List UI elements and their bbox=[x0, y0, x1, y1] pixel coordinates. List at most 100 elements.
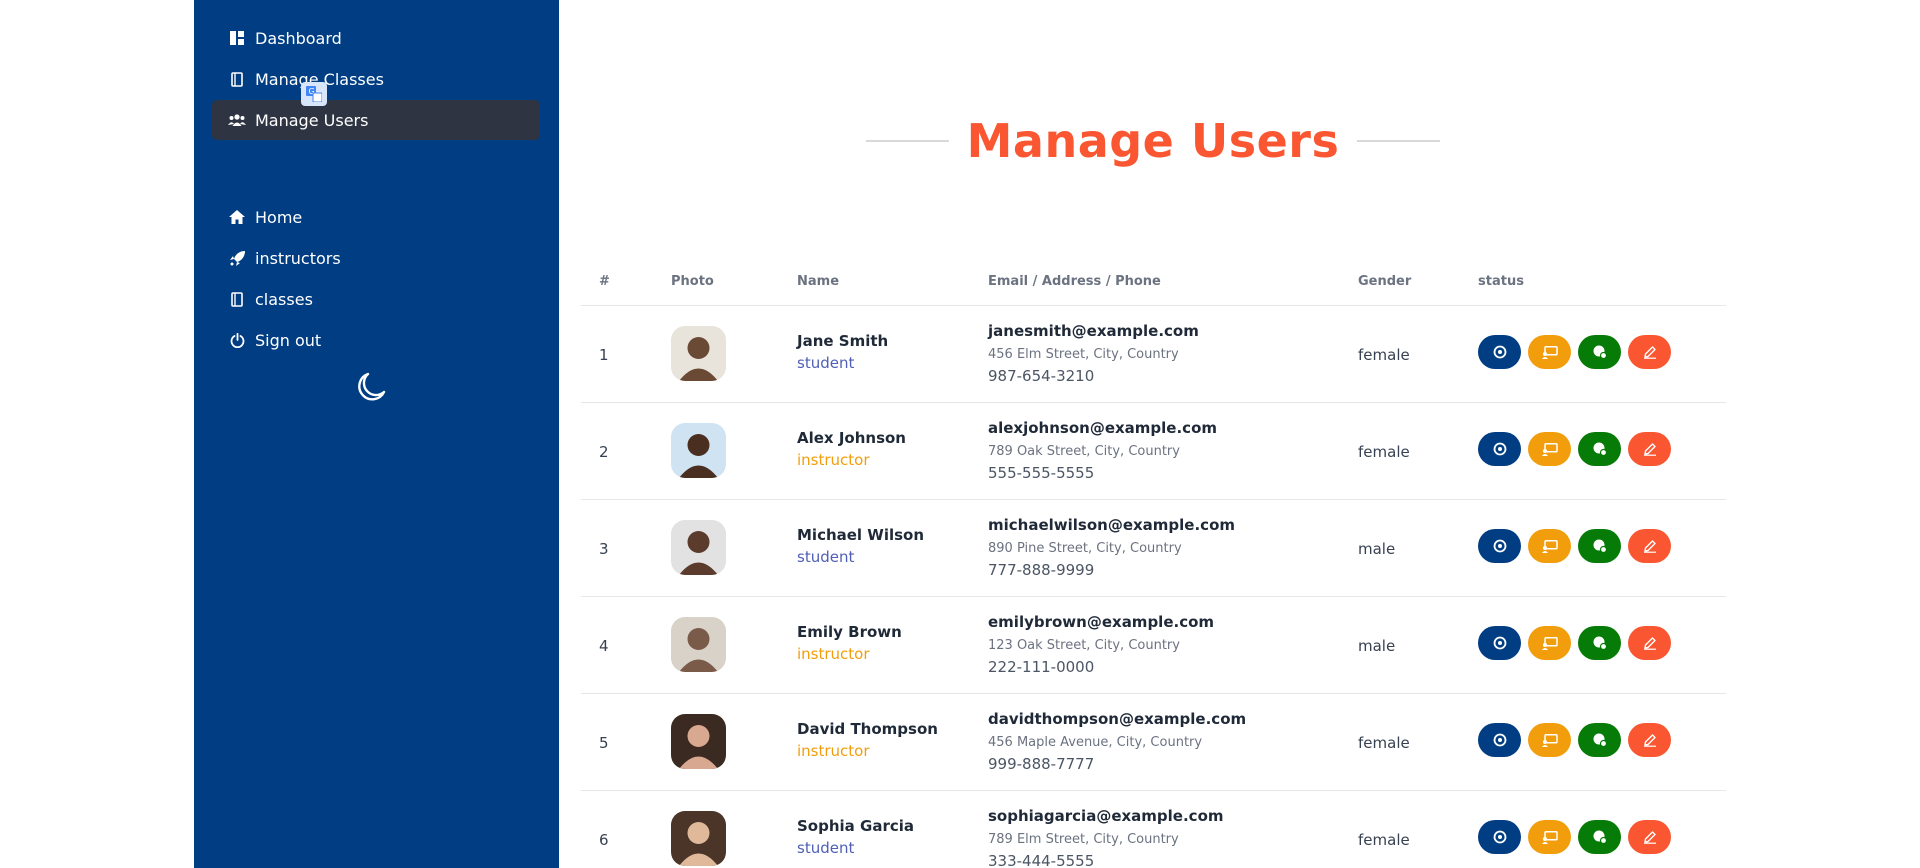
edit-icon bbox=[1643, 830, 1657, 844]
user-role: instructor bbox=[797, 451, 870, 469]
user-phone: 333-444-5555 bbox=[988, 852, 1095, 868]
home-icon bbox=[227, 210, 247, 224]
user-address: 890 Pine Street, City, Country bbox=[988, 541, 1182, 556]
make-admin-button[interactable] bbox=[1478, 820, 1521, 854]
make-student-button[interactable] bbox=[1578, 723, 1621, 757]
instructor-icon bbox=[1541, 830, 1558, 844]
translate-icon[interactable]: G bbox=[301, 82, 327, 106]
row-number: 6 bbox=[599, 831, 609, 849]
user-gender: male bbox=[1358, 540, 1396, 558]
make-instructor-button[interactable] bbox=[1528, 335, 1571, 369]
user-gender: female bbox=[1358, 734, 1410, 752]
make-edit-button[interactable] bbox=[1628, 626, 1671, 660]
make-student-button[interactable] bbox=[1578, 820, 1621, 854]
user-email: michaelwilson@example.com bbox=[988, 516, 1236, 534]
user-address: 789 Oak Street, City, Country bbox=[988, 444, 1180, 459]
make-instructor-button[interactable] bbox=[1528, 626, 1571, 660]
make-instructor-button[interactable] bbox=[1528, 432, 1571, 466]
make-admin-button[interactable] bbox=[1478, 432, 1521, 466]
table-row: 3 Michael Wilson student michaelwilson@e… bbox=[581, 500, 1726, 597]
user-name: Michael Wilson bbox=[797, 526, 925, 544]
student-icon bbox=[1593, 345, 1607, 359]
make-admin-button[interactable] bbox=[1478, 335, 1521, 369]
admin-icon bbox=[1493, 345, 1507, 359]
admin-icon bbox=[1493, 830, 1507, 844]
make-admin-button[interactable] bbox=[1478, 723, 1521, 757]
make-edit-button[interactable] bbox=[1628, 529, 1671, 563]
sidebar-item-home[interactable]: Home bbox=[212, 197, 540, 237]
status-actions bbox=[1478, 626, 1671, 660]
user-role: student bbox=[797, 839, 855, 857]
sidebar-item-label: classes bbox=[255, 289, 313, 309]
table-body: 1 Jane Smith student janesmith@example.c… bbox=[581, 306, 1726, 868]
student-icon bbox=[1593, 733, 1607, 747]
instructor-icon bbox=[1541, 345, 1558, 359]
make-student-button[interactable] bbox=[1578, 335, 1621, 369]
page-heading: Manage Users bbox=[866, 108, 1440, 174]
student-icon bbox=[1593, 830, 1607, 844]
make-edit-button[interactable] bbox=[1628, 335, 1671, 369]
user-gender: female bbox=[1358, 346, 1410, 364]
instructor-icon bbox=[1541, 442, 1558, 456]
user-email: davidthompson@example.com bbox=[988, 710, 1247, 728]
sidebar-item-sign-out[interactable]: Sign out bbox=[212, 320, 540, 360]
dashboard-icon bbox=[227, 31, 247, 45]
page-title: Manage Users bbox=[966, 114, 1340, 168]
title-divider-right bbox=[1357, 140, 1440, 142]
make-student-button[interactable] bbox=[1578, 626, 1621, 660]
rocket-icon bbox=[227, 250, 247, 266]
user-role: student bbox=[797, 354, 855, 372]
make-instructor-button[interactable] bbox=[1528, 723, 1571, 757]
instructor-icon bbox=[1541, 733, 1558, 747]
header-name: Name bbox=[797, 274, 840, 289]
user-phone: 555-555-5555 bbox=[988, 464, 1095, 482]
make-edit-button[interactable] bbox=[1628, 820, 1671, 854]
edit-icon bbox=[1643, 442, 1657, 456]
user-email: alexjohnson@example.com bbox=[988, 419, 1218, 437]
header-contact: Email / Address / Phone bbox=[988, 274, 1161, 289]
make-student-button[interactable] bbox=[1578, 529, 1621, 563]
admin-icon bbox=[1493, 442, 1507, 456]
users-table: # Photo Name Email / Address / Phone Gen… bbox=[581, 266, 1726, 868]
avatar bbox=[671, 423, 726, 478]
student-icon bbox=[1593, 636, 1607, 650]
avatar bbox=[671, 326, 726, 381]
make-instructor-button[interactable] bbox=[1528, 820, 1571, 854]
user-role: instructor bbox=[797, 742, 870, 760]
user-name: Emily Brown bbox=[797, 623, 902, 641]
page: Dashboard Manage Classes Manage Users G … bbox=[0, 0, 1920, 868]
status-actions bbox=[1478, 529, 1671, 563]
sidebar-item-dashboard[interactable]: Dashboard bbox=[212, 18, 540, 58]
row-number: 2 bbox=[599, 443, 609, 461]
make-edit-button[interactable] bbox=[1628, 723, 1671, 757]
make-instructor-button[interactable] bbox=[1528, 529, 1571, 563]
header-gender: Gender bbox=[1358, 274, 1412, 289]
table-header: # Photo Name Email / Address / Phone Gen… bbox=[581, 266, 1726, 306]
make-admin-button[interactable] bbox=[1478, 626, 1521, 660]
user-address: 789 Elm Street, City, Country bbox=[988, 832, 1179, 847]
table-row: 6 Sophia Garcia student sophiagarcia@exa… bbox=[581, 791, 1726, 868]
edit-icon bbox=[1643, 345, 1657, 359]
user-phone: 999-888-7777 bbox=[988, 755, 1095, 773]
user-phone: 222-111-0000 bbox=[988, 658, 1095, 676]
make-student-button[interactable] bbox=[1578, 432, 1621, 466]
moon-icon[interactable] bbox=[354, 370, 388, 404]
user-address: 123 Oak Street, City, Country bbox=[988, 638, 1180, 653]
sidebar-item-manage-users[interactable]: Manage Users bbox=[212, 100, 540, 140]
user-email: emilybrown@example.com bbox=[988, 613, 1215, 631]
sidebar-item-classes[interactable]: classes bbox=[212, 279, 540, 319]
book-icon bbox=[227, 71, 247, 87]
header-number: # bbox=[599, 274, 610, 289]
instructor-icon bbox=[1541, 636, 1558, 650]
sidebar-item-instructors[interactable]: instructors bbox=[212, 238, 540, 278]
user-address: 456 Elm Street, City, Country bbox=[988, 347, 1179, 362]
make-edit-button[interactable] bbox=[1628, 432, 1671, 466]
user-gender: female bbox=[1358, 831, 1410, 849]
table-row: 4 Emily Brown instructor emilybrown@exam… bbox=[581, 597, 1726, 694]
user-name: David Thompson bbox=[797, 720, 938, 738]
make-admin-button[interactable] bbox=[1478, 529, 1521, 563]
sidebar-item-manage-classes[interactable]: Manage Classes bbox=[212, 59, 540, 99]
title-divider-left bbox=[866, 140, 949, 142]
book-icon bbox=[227, 291, 247, 307]
sidebar-item-label: instructors bbox=[255, 248, 341, 268]
